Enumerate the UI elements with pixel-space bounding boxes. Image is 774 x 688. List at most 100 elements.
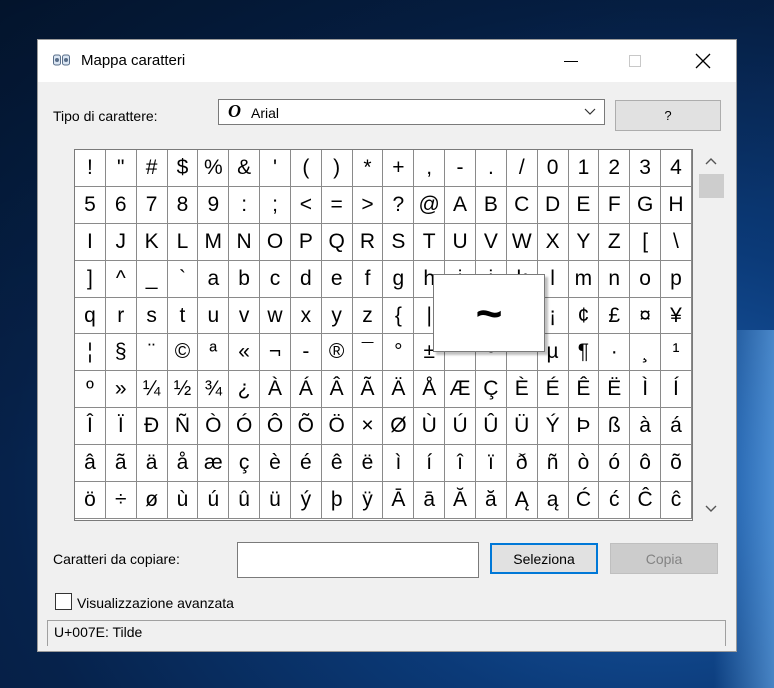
character-cell[interactable]: ° (383, 334, 415, 372)
character-cell[interactable]: ý (290, 482, 322, 519)
character-cell[interactable]: æ (198, 445, 230, 483)
character-cell[interactable]: ¶ (568, 334, 600, 372)
select-button[interactable]: Seleziona (490, 543, 598, 574)
character-cell[interactable]: 8 (167, 186, 199, 224)
character-cell[interactable]: Ā (383, 482, 415, 519)
character-cell[interactable]: õ (661, 445, 692, 483)
character-cell[interactable]: ª (198, 334, 230, 372)
character-cell[interactable]: Ê (568, 371, 600, 409)
help-button[interactable]: ? (615, 100, 721, 131)
character-cell[interactable]: g (383, 260, 415, 298)
character-cell[interactable]: å (167, 445, 199, 483)
character-cell[interactable]: z (352, 297, 384, 335)
character-cell[interactable]: À (260, 371, 291, 409)
character-cell[interactable]: Y (568, 223, 600, 261)
character-cell[interactable]: D (537, 186, 569, 224)
character-cell[interactable]: ¿ (229, 371, 261, 409)
character-cell[interactable]: q (75, 297, 106, 335)
character-cell[interactable]: ! (75, 150, 106, 187)
character-cell[interactable]: ½ (167, 371, 199, 409)
character-cell[interactable]: ` (167, 260, 199, 298)
character-cell[interactable]: × (352, 408, 384, 446)
character-cell[interactable]: Ì (630, 371, 662, 409)
character-cell[interactable]: ¹ (661, 334, 692, 372)
character-cell[interactable]: H (661, 186, 692, 224)
character-cell[interactable]: { (383, 297, 415, 335)
character-cell[interactable]: È (506, 371, 538, 409)
character-cell[interactable]: Ć (568, 482, 600, 519)
character-cell[interactable]: ą (537, 482, 569, 519)
character-cell[interactable]: º (75, 371, 106, 409)
character-cell[interactable]: O (260, 223, 291, 261)
character-cell[interactable]: à (630, 408, 662, 446)
character-cell[interactable]: § (105, 334, 137, 372)
character-cell[interactable]: 0 (537, 150, 569, 187)
character-cell[interactable]: Ĉ (630, 482, 662, 519)
character-cell[interactable]: ć (599, 482, 631, 519)
character-cell[interactable]: ] (75, 260, 106, 298)
character-cell[interactable]: Ù (414, 408, 446, 446)
character-cell[interactable]: s (136, 297, 168, 335)
character-cell[interactable]: ¼ (136, 371, 168, 409)
character-cell[interactable]: o (630, 260, 662, 298)
character-cell[interactable]: ö (75, 482, 106, 519)
character-cell[interactable]: $ (167, 150, 199, 187)
character-cell[interactable]: ë (352, 445, 384, 483)
character-cell[interactable]: Û (475, 408, 507, 446)
character-cell[interactable]: £ (599, 297, 631, 335)
character-cell[interactable]: A (445, 186, 476, 224)
character-cell[interactable]: > (352, 186, 384, 224)
character-cell[interactable]: ç (229, 445, 261, 483)
character-cell[interactable]: ă (475, 482, 507, 519)
character-cell[interactable]: Í (661, 371, 692, 409)
character-cell[interactable]: # (136, 150, 168, 187)
character-cell[interactable]: C (506, 186, 538, 224)
character-cell[interactable]: è (260, 445, 291, 483)
character-cell[interactable]: a (198, 260, 230, 298)
character-cell[interactable]: ô (630, 445, 662, 483)
character-cell[interactable]: ü (260, 482, 291, 519)
character-cell[interactable]: ¾ (198, 371, 230, 409)
character-cell[interactable]: Ó (229, 408, 261, 446)
character-cell[interactable]: ÿ (352, 482, 384, 519)
characters-to-copy-input[interactable] (237, 542, 479, 578)
character-cell[interactable]: b (229, 260, 261, 298)
character-cell[interactable]: " (105, 150, 137, 187)
character-cell[interactable]: d (290, 260, 322, 298)
character-cell[interactable]: u (198, 297, 230, 335)
character-cell[interactable]: Ä (383, 371, 415, 409)
character-cell[interactable]: N (229, 223, 261, 261)
character-cell[interactable]: ú (198, 482, 230, 519)
character-cell[interactable]: Ï (105, 408, 137, 446)
character-cell[interactable]: U (445, 223, 476, 261)
font-dropdown[interactable]: O Arial (218, 99, 605, 125)
character-cell[interactable]: L (167, 223, 199, 261)
character-cell[interactable]: î (445, 445, 476, 483)
character-cell[interactable]: r (105, 297, 137, 335)
character-cell[interactable]: P (290, 223, 322, 261)
character-cell[interactable]: í (414, 445, 446, 483)
character-cell[interactable]: T (414, 223, 446, 261)
character-cell[interactable]: I (75, 223, 106, 261)
character-cell[interactable]: » (105, 371, 137, 409)
character-cell[interactable]: = (321, 186, 353, 224)
character-cell[interactable]: Ă (445, 482, 476, 519)
character-cell[interactable]: X (537, 223, 569, 261)
character-cell[interactable]: J (105, 223, 137, 261)
character-cell[interactable]: , (414, 150, 446, 187)
character-cell[interactable]: 3 (630, 150, 662, 187)
character-cell[interactable]: Q (321, 223, 353, 261)
character-cell[interactable]: þ (321, 482, 353, 519)
character-cell[interactable]: â (75, 445, 106, 483)
character-cell[interactable]: 7 (136, 186, 168, 224)
character-cell[interactable]: Ç (475, 371, 507, 409)
character-cell[interactable]: / (506, 150, 538, 187)
character-cell[interactable]: ¥ (661, 297, 692, 335)
character-cell[interactable]: 2 (599, 150, 631, 187)
character-cell[interactable]: ¤ (630, 297, 662, 335)
character-cell[interactable]: ¦ (75, 334, 106, 372)
character-cell[interactable]: F (599, 186, 631, 224)
character-cell[interactable]: B (475, 186, 507, 224)
character-cell[interactable]: Î (75, 408, 106, 446)
character-cell[interactable]: Ü (506, 408, 538, 446)
